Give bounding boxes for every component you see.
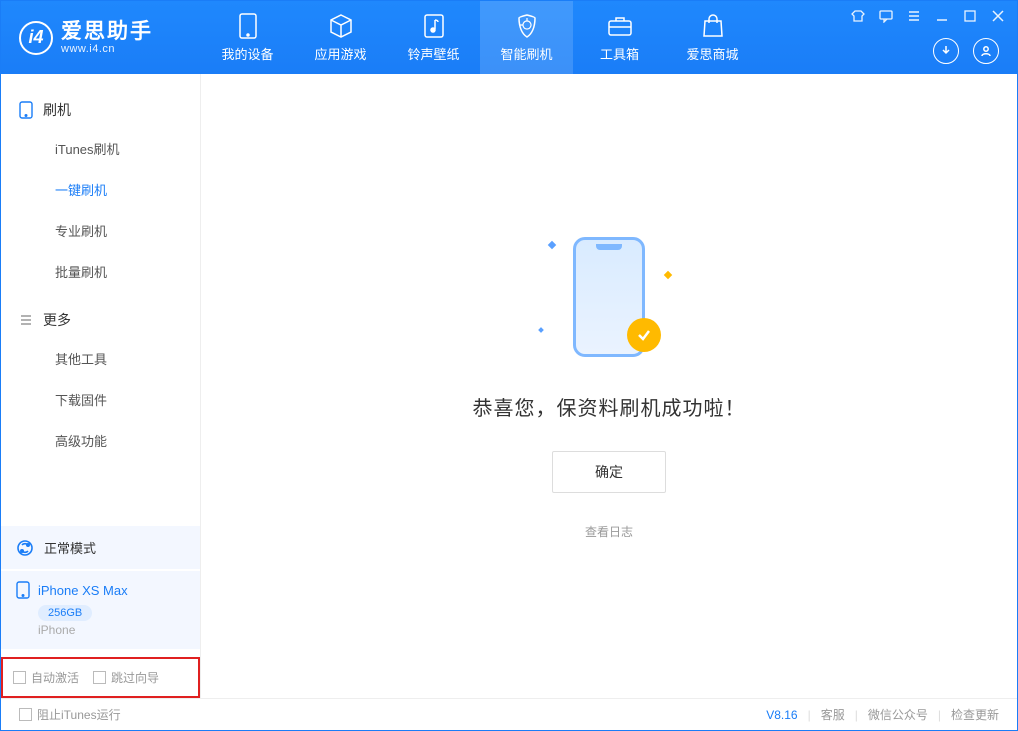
options-highlight: 自动激活 跳过向导: [1, 657, 200, 698]
nav-tabs: 我的设备 应用游戏 铃声壁纸 智能刷机 工具箱 爱思商城: [201, 1, 759, 74]
sidebar-group-flash: 刷机 iTunes刷机 一键刷机 专业刷机 批量刷机: [1, 92, 200, 302]
maximize-icon[interactable]: [961, 7, 979, 25]
logo-icon: i4: [19, 21, 53, 55]
sidebar-head-label: 更多: [43, 310, 71, 330]
checkbox-label: 阻止iTunes运行: [37, 706, 121, 723]
tab-label: 工具箱: [600, 44, 639, 63]
sidebar-item-itunes-flash[interactable]: iTunes刷机: [1, 128, 200, 169]
checkbox-icon: [13, 671, 26, 684]
app-subtitle: www.i4.cn: [61, 43, 153, 55]
checkbox-icon: [93, 671, 106, 684]
sidebar-item-pro-flash[interactable]: 专业刷机: [1, 210, 200, 251]
titlebar: i4 爱思助手 www.i4.cn 我的设备 应用游戏 铃声壁纸 智能刷机: [1, 1, 1017, 74]
tab-label: 我的设备: [221, 44, 273, 63]
sidebar-item-other-tools[interactable]: 其他工具: [1, 338, 200, 379]
phone-icon: [19, 101, 33, 119]
ok-button[interactable]: 确定: [552, 451, 666, 493]
main-panel: 恭喜您，保资料刷机成功啦！ 确定 查看日志: [201, 74, 1017, 698]
tab-label: 爱思商城: [686, 44, 738, 63]
toolbox-icon: [607, 13, 633, 39]
checkbox-icon: [19, 708, 32, 721]
device-card[interactable]: iPhone XS Max 256GB iPhone: [1, 571, 200, 649]
sidebar: 刷机 iTunes刷机 一键刷机 专业刷机 批量刷机 更多 其他工具 下载固件 …: [1, 74, 201, 698]
logo-text: 爱思助手 www.i4.cn: [61, 20, 153, 55]
checkbox-auto-activate[interactable]: 自动激活: [13, 669, 79, 686]
sidebar-head-more: 更多: [1, 302, 200, 338]
header-actions: [933, 38, 999, 64]
body: 刷机 iTunes刷机 一键刷机 专业刷机 批量刷机 更多 其他工具 下载固件 …: [1, 74, 1017, 698]
sidebar-group-more: 更多 其他工具 下载固件 高级功能: [1, 302, 200, 471]
success-illustration: [539, 232, 679, 362]
tab-smart-flash[interactable]: 智能刷机: [480, 1, 573, 74]
tab-label: 智能刷机: [500, 44, 552, 63]
view-log-link[interactable]: 查看日志: [585, 523, 633, 540]
tab-my-device[interactable]: 我的设备: [201, 1, 294, 74]
menu-icon[interactable]: [905, 7, 923, 25]
sidebar-item-oneclick-flash[interactable]: 一键刷机: [1, 169, 200, 210]
checkbox-block-itunes[interactable]: 阻止iTunes运行: [19, 706, 121, 723]
skin-icon[interactable]: [849, 7, 867, 25]
mode-label: 正常模式: [44, 538, 96, 557]
device-name: iPhone XS Max: [38, 583, 128, 598]
tab-ringtones-wallpapers[interactable]: 铃声壁纸: [387, 1, 480, 74]
tab-store[interactable]: 爱思商城: [666, 1, 759, 74]
tab-toolbox[interactable]: 工具箱: [573, 1, 666, 74]
sync-icon: [16, 539, 34, 557]
tab-label: 铃声壁纸: [407, 44, 459, 63]
feedback-icon[interactable]: [877, 7, 895, 25]
logo: i4 爱思助手 www.i4.cn: [1, 20, 201, 55]
link-check-update[interactable]: 检查更新: [951, 706, 999, 723]
window-controls: [849, 7, 1007, 25]
sidebar-bottom: 正常模式 iPhone XS Max 256GB iPhone 自动激活: [1, 526, 200, 698]
list-icon: [19, 313, 33, 327]
sidebar-head-label: 刷机: [43, 100, 71, 120]
checkbox-label: 跳过向导: [111, 669, 159, 686]
device-capacity: 256GB: [38, 605, 92, 621]
bag-icon: [700, 13, 726, 39]
sidebar-head-flash: 刷机: [1, 92, 200, 128]
check-icon: [627, 318, 661, 352]
close-icon[interactable]: [989, 7, 1007, 25]
mode-card[interactable]: 正常模式: [1, 526, 200, 569]
sidebar-item-advanced[interactable]: 高级功能: [1, 420, 200, 461]
shield-icon: [514, 13, 540, 39]
device-type: iPhone: [38, 623, 185, 637]
tab-label: 应用游戏: [314, 44, 366, 63]
user-button[interactable]: [973, 38, 999, 64]
phone-icon: [16, 581, 30, 599]
download-button[interactable]: [933, 38, 959, 64]
version-label: V8.16: [766, 708, 797, 722]
cube-icon: [328, 13, 354, 39]
device-icon: [235, 13, 261, 39]
sidebar-item-batch-flash[interactable]: 批量刷机: [1, 251, 200, 292]
app-title: 爱思助手: [61, 20, 153, 43]
tab-apps-games[interactable]: 应用游戏: [294, 1, 387, 74]
note-icon: [421, 13, 447, 39]
checkbox-label: 自动激活: [31, 669, 79, 686]
checkbox-skip-guide[interactable]: 跳过向导: [93, 669, 159, 686]
minimize-icon[interactable]: [933, 7, 951, 25]
app-window: i4 爱思助手 www.i4.cn 我的设备 应用游戏 铃声壁纸 智能刷机: [0, 0, 1018, 731]
status-bar: 阻止iTunes运行 V8.16 | 客服 | 微信公众号 | 检查更新: [1, 698, 1017, 730]
link-support[interactable]: 客服: [821, 706, 845, 723]
success-message: 恭喜您，保资料刷机成功啦！: [473, 392, 746, 421]
sidebar-item-download-firmware[interactable]: 下载固件: [1, 379, 200, 420]
link-wechat[interactable]: 微信公众号: [868, 706, 928, 723]
